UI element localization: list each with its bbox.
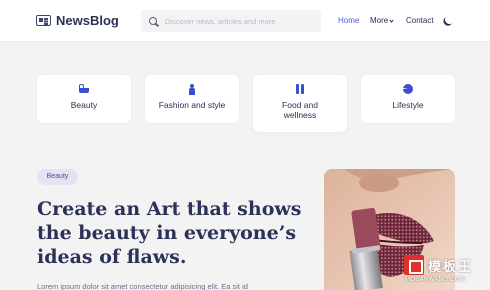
- category-label: Food and wellness: [282, 100, 318, 120]
- nav-contact-link[interactable]: Contact: [406, 16, 434, 25]
- person-icon: [187, 84, 197, 95]
- search-input[interactable]: [165, 16, 315, 26]
- chevron-down-icon: [389, 18, 394, 23]
- site-header: NewsBlog Home More Contact: [0, 0, 490, 42]
- nav-home-link[interactable]: Home: [338, 16, 359, 25]
- category-card-food[interactable]: Food and wellness: [253, 75, 347, 132]
- logo[interactable]: NewsBlog: [36, 13, 119, 28]
- category-badge[interactable]: Beauty: [37, 169, 78, 185]
- category-card-fashion[interactable]: Fashion and style: [145, 75, 239, 123]
- category-label: Lifestyle: [392, 100, 424, 110]
- watermark-title: 模板王: [428, 259, 474, 274]
- bathtub-icon: [79, 84, 89, 94]
- utensils-icon: [295, 84, 305, 94]
- watermark-icon: [404, 255, 424, 275]
- search-bar[interactable]: [141, 10, 321, 32]
- logo-text: NewsBlog: [56, 13, 119, 28]
- watermark-url: MOBANWANG.COM: [405, 277, 466, 283]
- pie-chart-icon: [403, 84, 413, 94]
- article-excerpt: Lorem ipsum dolor sit amet consectetur a…: [37, 282, 248, 290]
- category-card-lifestyle[interactable]: Lifestyle: [361, 75, 455, 123]
- newspaper-icon: [36, 15, 51, 26]
- category-label: Fashion and style: [158, 100, 226, 110]
- nav-more-label: More: [370, 16, 389, 25]
- nav-more-dropdown[interactable]: More: [370, 16, 394, 25]
- category-card-beauty[interactable]: Beauty: [37, 75, 131, 123]
- moon-icon[interactable]: [444, 14, 456, 26]
- category-label: Beauty: [70, 100, 98, 110]
- search-icon: [149, 17, 157, 25]
- watermark-logo: 模板王 MOBANWANG.COM: [404, 252, 486, 286]
- article-title[interactable]: Create an Art that shows the beauty in e…: [37, 197, 307, 269]
